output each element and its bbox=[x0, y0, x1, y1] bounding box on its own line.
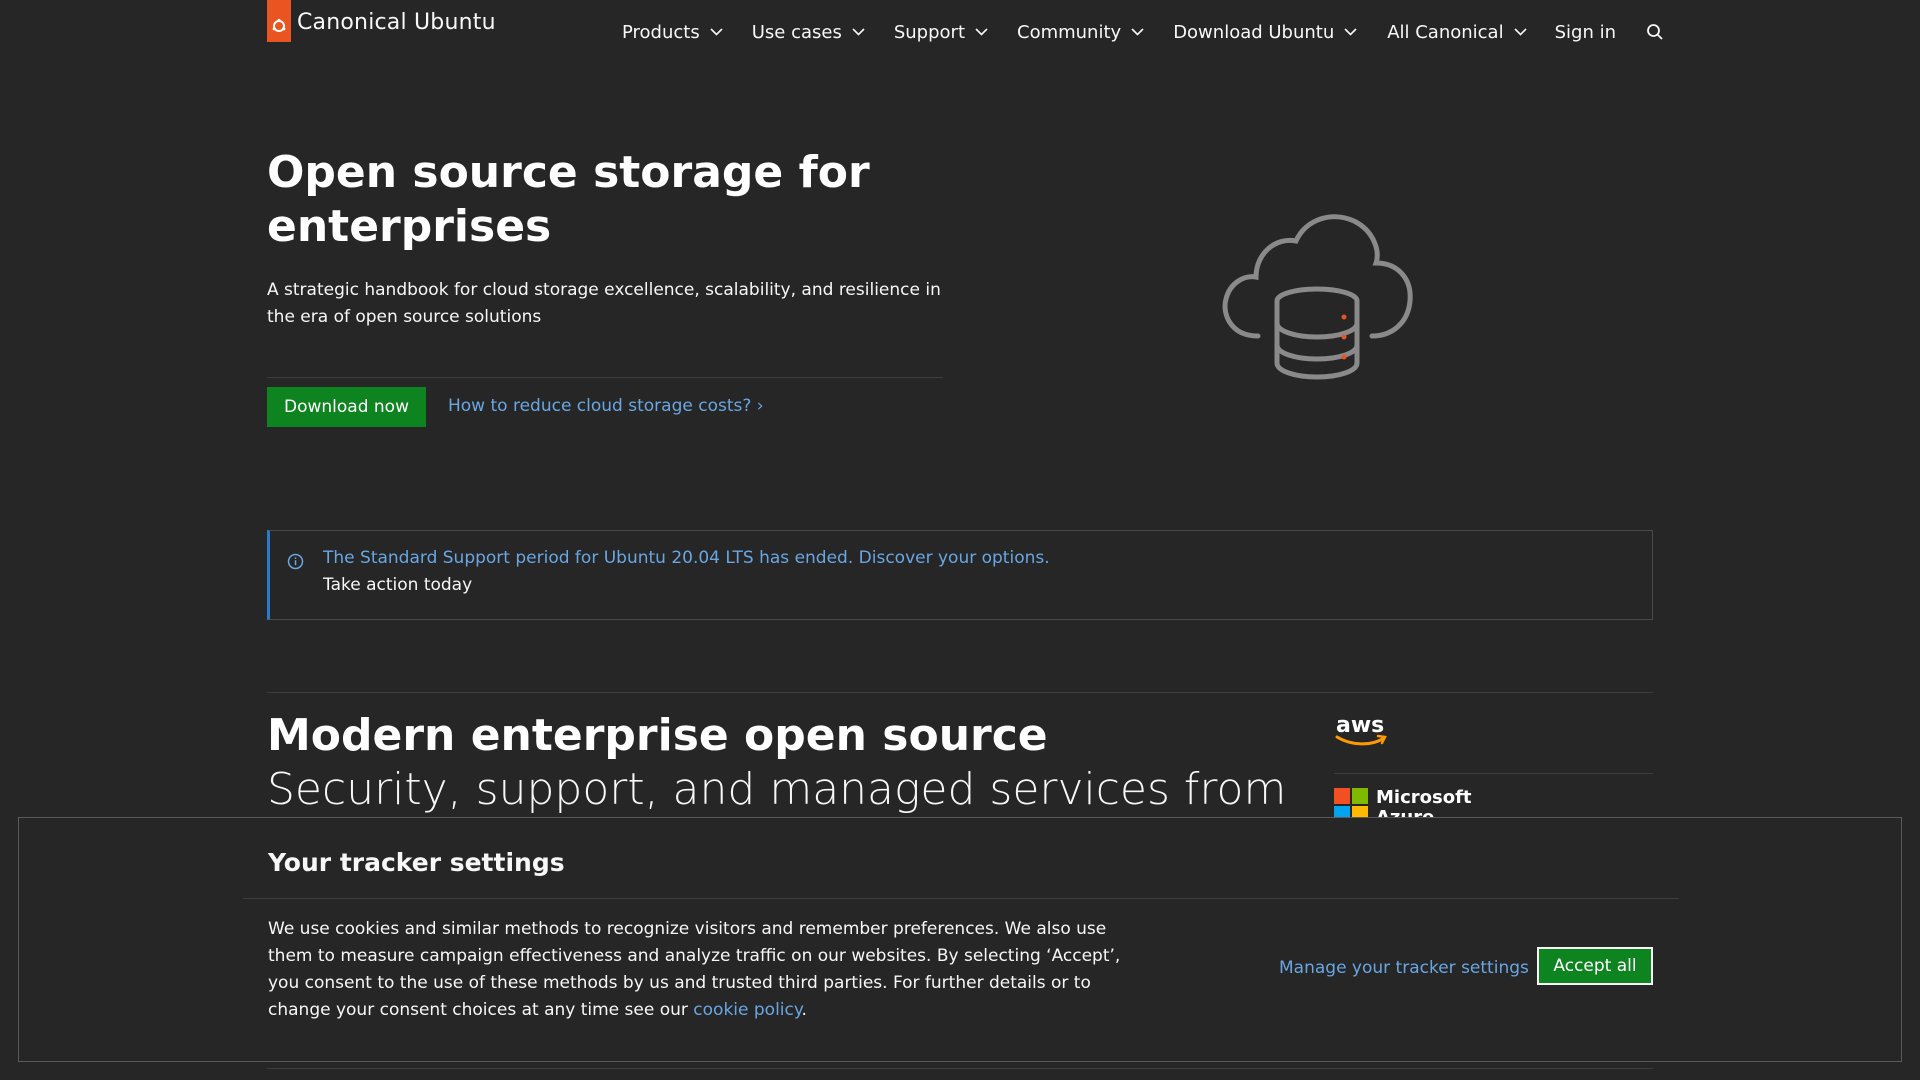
cookie-text-end: . bbox=[801, 1000, 807, 1020]
section-divider bbox=[267, 692, 1653, 693]
cloud-database-icon bbox=[1212, 205, 1422, 385]
nav-item-label: All Canonical bbox=[1387, 21, 1504, 43]
support-notification: The Standard Support period for Ubuntu 2… bbox=[267, 530, 1653, 620]
nav-item-use-cases[interactable]: Use cases bbox=[752, 22, 865, 43]
hero-divider bbox=[267, 377, 943, 378]
top-navigation: Canonical Ubuntu Products Use cases Supp… bbox=[0, 0, 1920, 64]
section-title: Modern enterprise open source bbox=[267, 710, 1048, 761]
reduce-storage-costs-link[interactable]: How to reduce cloud storage costs? › bbox=[448, 396, 764, 416]
chevron-down-icon bbox=[1514, 28, 1527, 36]
manage-tracker-settings-link[interactable]: Manage your tracker settings bbox=[1279, 958, 1529, 978]
cookie-consent-panel: Your tracker settings We use cookies and… bbox=[18, 817, 1902, 1062]
chevron-down-icon bbox=[852, 28, 865, 36]
nav-item-community[interactable]: Community bbox=[1017, 22, 1144, 43]
bottom-divider bbox=[267, 1068, 1653, 1069]
main-menu: Products Use cases Support Community Dow… bbox=[622, 0, 1386, 64]
hero-title: Open source storage for enterprises bbox=[267, 147, 870, 252]
aws-logo: aws bbox=[1334, 712, 1390, 752]
nav-item-label: Download Ubuntu bbox=[1173, 21, 1335, 43]
chevron-down-icon bbox=[1344, 28, 1357, 36]
notification-body: Take action today bbox=[323, 575, 473, 595]
chevron-down-icon bbox=[1131, 28, 1144, 36]
microsoft-label: Microsoft bbox=[1376, 787, 1472, 808]
cookie-policy-link[interactable]: cookie policy bbox=[693, 1000, 801, 1020]
nav-item-label: Community bbox=[1017, 21, 1122, 43]
section-subtitle: Security, support, and managed services … bbox=[267, 764, 1287, 815]
nav-item-all-canonical[interactable]: All Canonical bbox=[1387, 21, 1527, 43]
nav-right: All Canonical Sign in bbox=[1359, 0, 1664, 64]
chevron-down-icon bbox=[975, 28, 988, 36]
download-now-button[interactable]: Download now bbox=[267, 387, 426, 427]
nav-item-label: Use cases bbox=[751, 21, 842, 43]
chevron-down-icon bbox=[710, 28, 723, 36]
search-icon[interactable] bbox=[1646, 23, 1664, 41]
canonical-ubuntu-logo[interactable]: Canonical Ubuntu bbox=[267, 0, 496, 42]
cookie-description: We use cookies and similar methods to re… bbox=[268, 916, 1148, 1024]
nav-item-label: Support bbox=[893, 21, 965, 43]
cookie-divider bbox=[243, 898, 1679, 899]
cookie-panel-title: Your tracker settings bbox=[268, 848, 565, 877]
nav-item-products[interactable]: Products bbox=[622, 22, 723, 43]
accept-all-button[interactable]: Accept all bbox=[1537, 947, 1653, 985]
hero-subtitle: A strategic handbook for cloud storage e… bbox=[267, 280, 941, 327]
sign-in-link[interactable]: Sign in bbox=[1555, 22, 1616, 43]
nav-item-download-ubuntu[interactable]: Download Ubuntu bbox=[1173, 22, 1357, 43]
nav-item-label: Products bbox=[622, 21, 700, 43]
partner-divider bbox=[1334, 773, 1653, 774]
info-icon bbox=[287, 553, 304, 574]
ubuntu-20-04-support-link[interactable]: The Standard Support period for Ubuntu 2… bbox=[323, 548, 1050, 568]
aws-logo-text: aws bbox=[1336, 713, 1384, 738]
aws-smile-icon bbox=[1335, 735, 1386, 746]
nav-item-support[interactable]: Support bbox=[894, 22, 988, 43]
brand-name: Canonical Ubuntu bbox=[297, 9, 496, 35]
ubuntu-logo-icon bbox=[267, 0, 291, 42]
